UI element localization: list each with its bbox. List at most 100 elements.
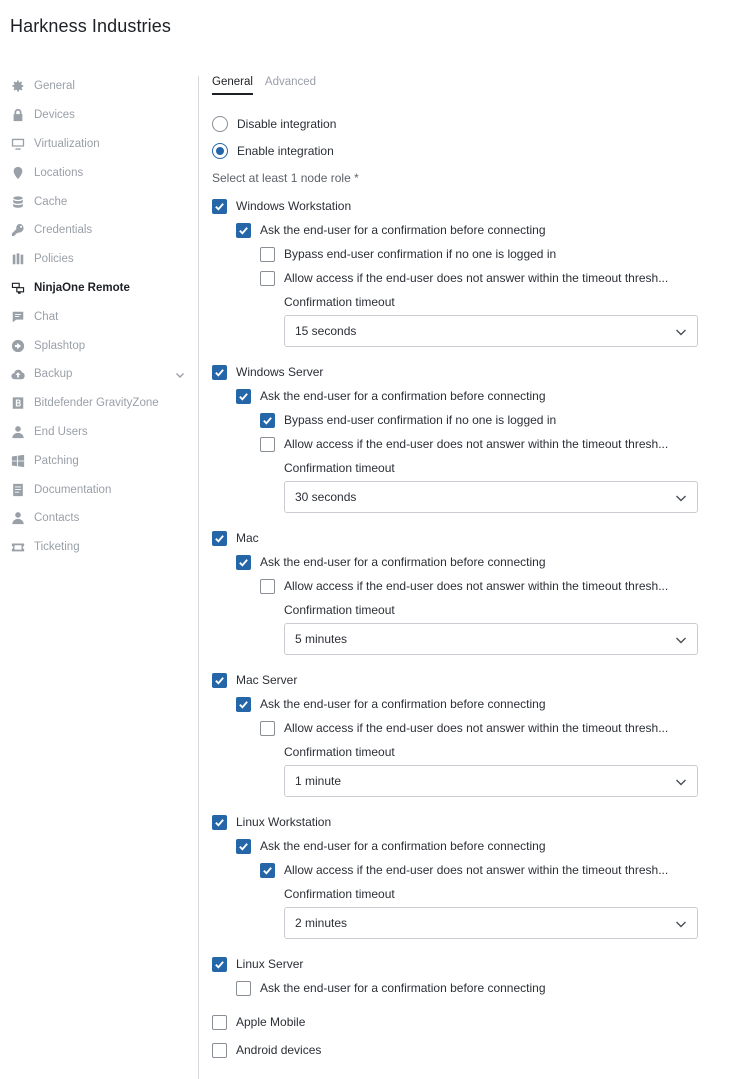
windows-workstation-bypass-option[interactable]: Bypass end-user confirmation if no one i… [260,244,556,264]
sidebar-item-label: End Users [34,425,88,438]
sidebar-item-label: Policies [34,253,74,266]
mac-server-allow-option[interactable]: Allow access if the end-user does not an… [260,718,668,738]
sidebar-item-label: Chat [34,310,59,323]
chevron-down-icon[interactable] [175,369,185,379]
sidebar-item-locations[interactable]: Locations [0,158,199,187]
mac-server-timeout-select[interactable]: 1 minute [284,765,698,797]
ticket-icon [10,539,26,555]
linux-workstation-allow-option[interactable]: Allow access if the end-user does not an… [260,860,668,880]
disable-integration-option[interactable]: Disable integration [212,114,336,134]
linux-server-checkbox[interactable] [212,956,227,972]
sidebar: General Devices Virtualization Locations… [0,72,199,562]
enable-integration-option[interactable]: Enable integration [212,141,334,161]
chevron-down-icon [675,326,687,338]
sidebar-item-chat[interactable]: Chat [0,302,199,331]
enable-integration-radio[interactable] [212,143,228,159]
sidebar-item-bitdefender[interactable]: Bitdefender GravityZone [0,389,199,418]
linux-workstation-ask-checkbox[interactable] [236,838,251,854]
cloud-upload-icon [10,366,26,382]
windows-workstation-bypass-checkbox[interactable] [260,246,275,262]
sidebar-item-virtualization[interactable]: Virtualization [0,130,199,159]
mac-allow-option[interactable]: Allow access if the end-user does not an… [260,576,668,596]
sidebar-item-label: Credentials [34,224,93,237]
mac-server-ask-option[interactable]: Ask the end-user for a confirmation befo… [236,694,546,714]
sidebar-item-ninjaone-remote[interactable]: NinjaOne Remote [0,274,199,303]
windows-workstation-ask-checkbox[interactable] [236,222,251,238]
mac-ask-checkbox[interactable] [236,554,251,570]
sidebar-item-patching[interactable]: Patching [0,446,199,475]
windows-server-allow-option[interactable]: Allow access if the end-user does not an… [260,434,668,454]
chevron-down-icon [675,634,687,646]
role-linux-workstation[interactable]: Linux Workstation [212,812,331,832]
sidebar-item-contacts[interactable]: Contacts [0,504,199,533]
windows-workstation-allow-checkbox[interactable] [260,270,275,286]
role-linux-server[interactable]: Linux Server [212,954,303,974]
mac-timeout-select[interactable]: 5 minutes [284,623,698,655]
linux-server-ask-checkbox[interactable] [236,980,251,996]
sidebar-item-label: NinjaOne Remote [34,281,130,294]
sidebar-item-cache[interactable]: Cache [0,187,199,216]
node-role-hint: Select at least 1 node role * [212,171,359,185]
remote-screens-icon [10,280,26,296]
disable-integration-radio[interactable] [212,116,228,132]
windows-workstation-timeout-select[interactable]: 15 seconds [284,315,698,347]
linux-workstation-allow-checkbox[interactable] [260,862,275,878]
mac-server-checkbox[interactable] [212,672,227,688]
windows-server-allow-checkbox[interactable] [260,436,275,452]
confirmation-timeout-label: Confirmation timeout [284,603,395,617]
role-mac[interactable]: Mac [212,528,259,548]
sidebar-item-backup[interactable]: Backup [0,360,199,389]
windows-server-ask-checkbox[interactable] [236,388,251,404]
user-icon [10,424,26,440]
sidebar-item-general[interactable]: General [0,72,199,101]
role-mac-server[interactable]: Mac Server [212,670,297,690]
database-icon [10,194,26,210]
linux-workstation-timeout-select[interactable]: 2 minutes [284,907,698,939]
windows-server-bypass-option[interactable]: Bypass end-user confirmation if no one i… [260,410,556,430]
sidebar-item-label: General [34,80,75,93]
sidebar-item-documentation[interactable]: Documentation [0,475,199,504]
sidebar-item-label: Devices [34,109,75,122]
windows-server-bypass-checkbox[interactable] [260,412,275,428]
chat-icon [10,309,26,325]
linux-workstation-checkbox[interactable] [212,814,227,830]
confirmation-timeout-label: Confirmation timeout [284,745,395,759]
windows-workstation-checkbox[interactable] [212,198,227,214]
sidebar-item-ticketing[interactable]: Ticketing [0,533,199,562]
mac-allow-checkbox[interactable] [260,578,275,594]
gear-icon [10,78,26,94]
chevron-down-icon [675,776,687,788]
role-windows-workstation[interactable]: Windows Workstation [212,196,351,216]
windows-server-timeout-select[interactable]: 30 seconds [284,481,698,513]
lock-icon [10,107,26,123]
mac-checkbox[interactable] [212,530,227,546]
linux-server-ask-option[interactable]: Ask the end-user for a confirmation befo… [236,978,546,998]
mac-server-ask-checkbox[interactable] [236,696,251,712]
tab-bar: General Advanced [212,76,328,95]
windows-server-checkbox[interactable] [212,364,227,380]
android-devices-checkbox[interactable] [212,1042,227,1058]
role-apple-mobile[interactable]: Apple Mobile [212,1012,305,1032]
sidebar-item-credentials[interactable]: Credentials [0,216,199,245]
sidebar-item-label: Locations [34,166,84,179]
monitor-icon [10,136,26,152]
windows-server-ask-option[interactable]: Ask the end-user for a confirmation befo… [236,386,546,406]
mac-ask-option[interactable]: Ask the end-user for a confirmation befo… [236,552,546,572]
role-android-devices[interactable]: Android devices [212,1040,321,1060]
linux-workstation-ask-option[interactable]: Ask the end-user for a confirmation befo… [236,836,546,856]
sidebar-item-policies[interactable]: Policies [0,245,199,274]
tab-advanced[interactable]: Advanced [265,76,316,95]
tab-general[interactable]: General [212,76,253,95]
sidebar-item-splashtop[interactable]: Splashtop [0,331,199,360]
role-windows-server[interactable]: Windows Server [212,362,323,382]
mac-server-allow-checkbox[interactable] [260,720,275,736]
windows-workstation-ask-option[interactable]: Ask the end-user for a confirmation befo… [236,220,546,240]
sidebar-item-label: Virtualization [34,137,100,150]
apple-mobile-checkbox[interactable] [212,1014,227,1030]
windows-workstation-allow-option[interactable]: Allow access if the end-user does not an… [260,268,668,288]
sidebar-item-end-users[interactable]: End Users [0,418,199,447]
sidebar-item-devices[interactable]: Devices [0,101,199,130]
chevron-down-icon [675,918,687,930]
policies-icon [10,251,26,267]
confirmation-timeout-label: Confirmation timeout [284,887,395,901]
